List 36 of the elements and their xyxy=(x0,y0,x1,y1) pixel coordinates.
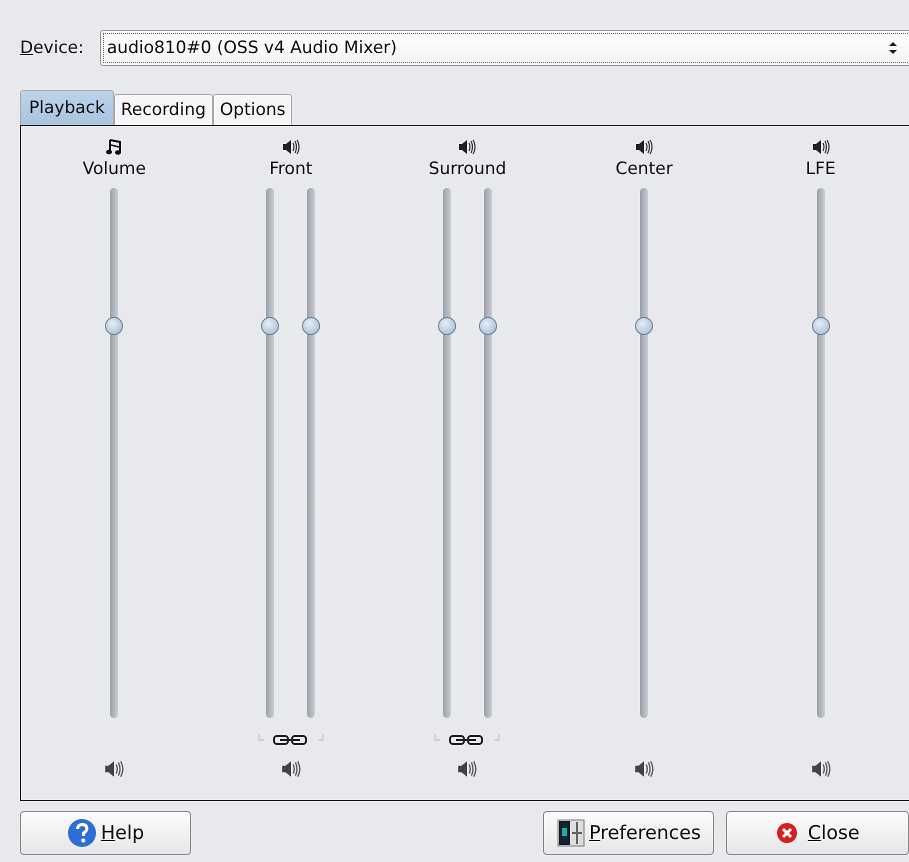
preferences-button[interactable]: Preferences xyxy=(543,811,714,855)
device-label: Device: xyxy=(20,38,84,58)
tab[interactable]: Options xyxy=(212,94,292,125)
close-button[interactable]: Close xyxy=(726,811,909,855)
slider-thumb[interactable] xyxy=(812,316,830,335)
channel-label: Surround xyxy=(428,158,506,180)
channel-label: Front xyxy=(269,158,312,180)
channel-label: Center xyxy=(615,158,673,180)
channel-label: LFE xyxy=(806,158,836,180)
speaker-icon xyxy=(810,138,831,156)
help-icon xyxy=(66,818,97,848)
tab[interactable]: Playback xyxy=(20,90,114,125)
slider-thumb[interactable] xyxy=(105,316,124,335)
device-dropdown[interactable]: audio810#0 (OSS v4 Audio Mixer) xyxy=(100,30,909,66)
speaker-icon[interactable] xyxy=(103,759,126,779)
help-button[interactable]: Help xyxy=(20,811,192,855)
speaker-icon[interactable] xyxy=(633,759,656,779)
slider-thumb[interactable] xyxy=(261,316,280,335)
chain-link-icon[interactable] xyxy=(434,732,500,746)
music-note-icon xyxy=(105,138,124,156)
speaker-icon xyxy=(457,138,478,156)
spinner-arrows-icon xyxy=(888,40,898,56)
chain-link-icon[interactable] xyxy=(258,732,324,746)
speaker-icon[interactable] xyxy=(456,759,478,779)
speaker-icon xyxy=(280,138,301,156)
tab[interactable]: Recording xyxy=(114,94,213,125)
slider-thumb[interactable] xyxy=(635,316,654,335)
channel-label: Volume xyxy=(82,158,146,180)
slider-thumb[interactable] xyxy=(478,316,497,335)
speaker-icon xyxy=(634,138,654,156)
mixer-icon xyxy=(557,819,586,847)
speaker-icon[interactable] xyxy=(810,759,832,779)
close-icon xyxy=(776,822,798,844)
slider-thumb[interactable] xyxy=(438,316,456,335)
slider-thumb[interactable] xyxy=(302,316,320,335)
speaker-icon[interactable] xyxy=(280,759,302,779)
